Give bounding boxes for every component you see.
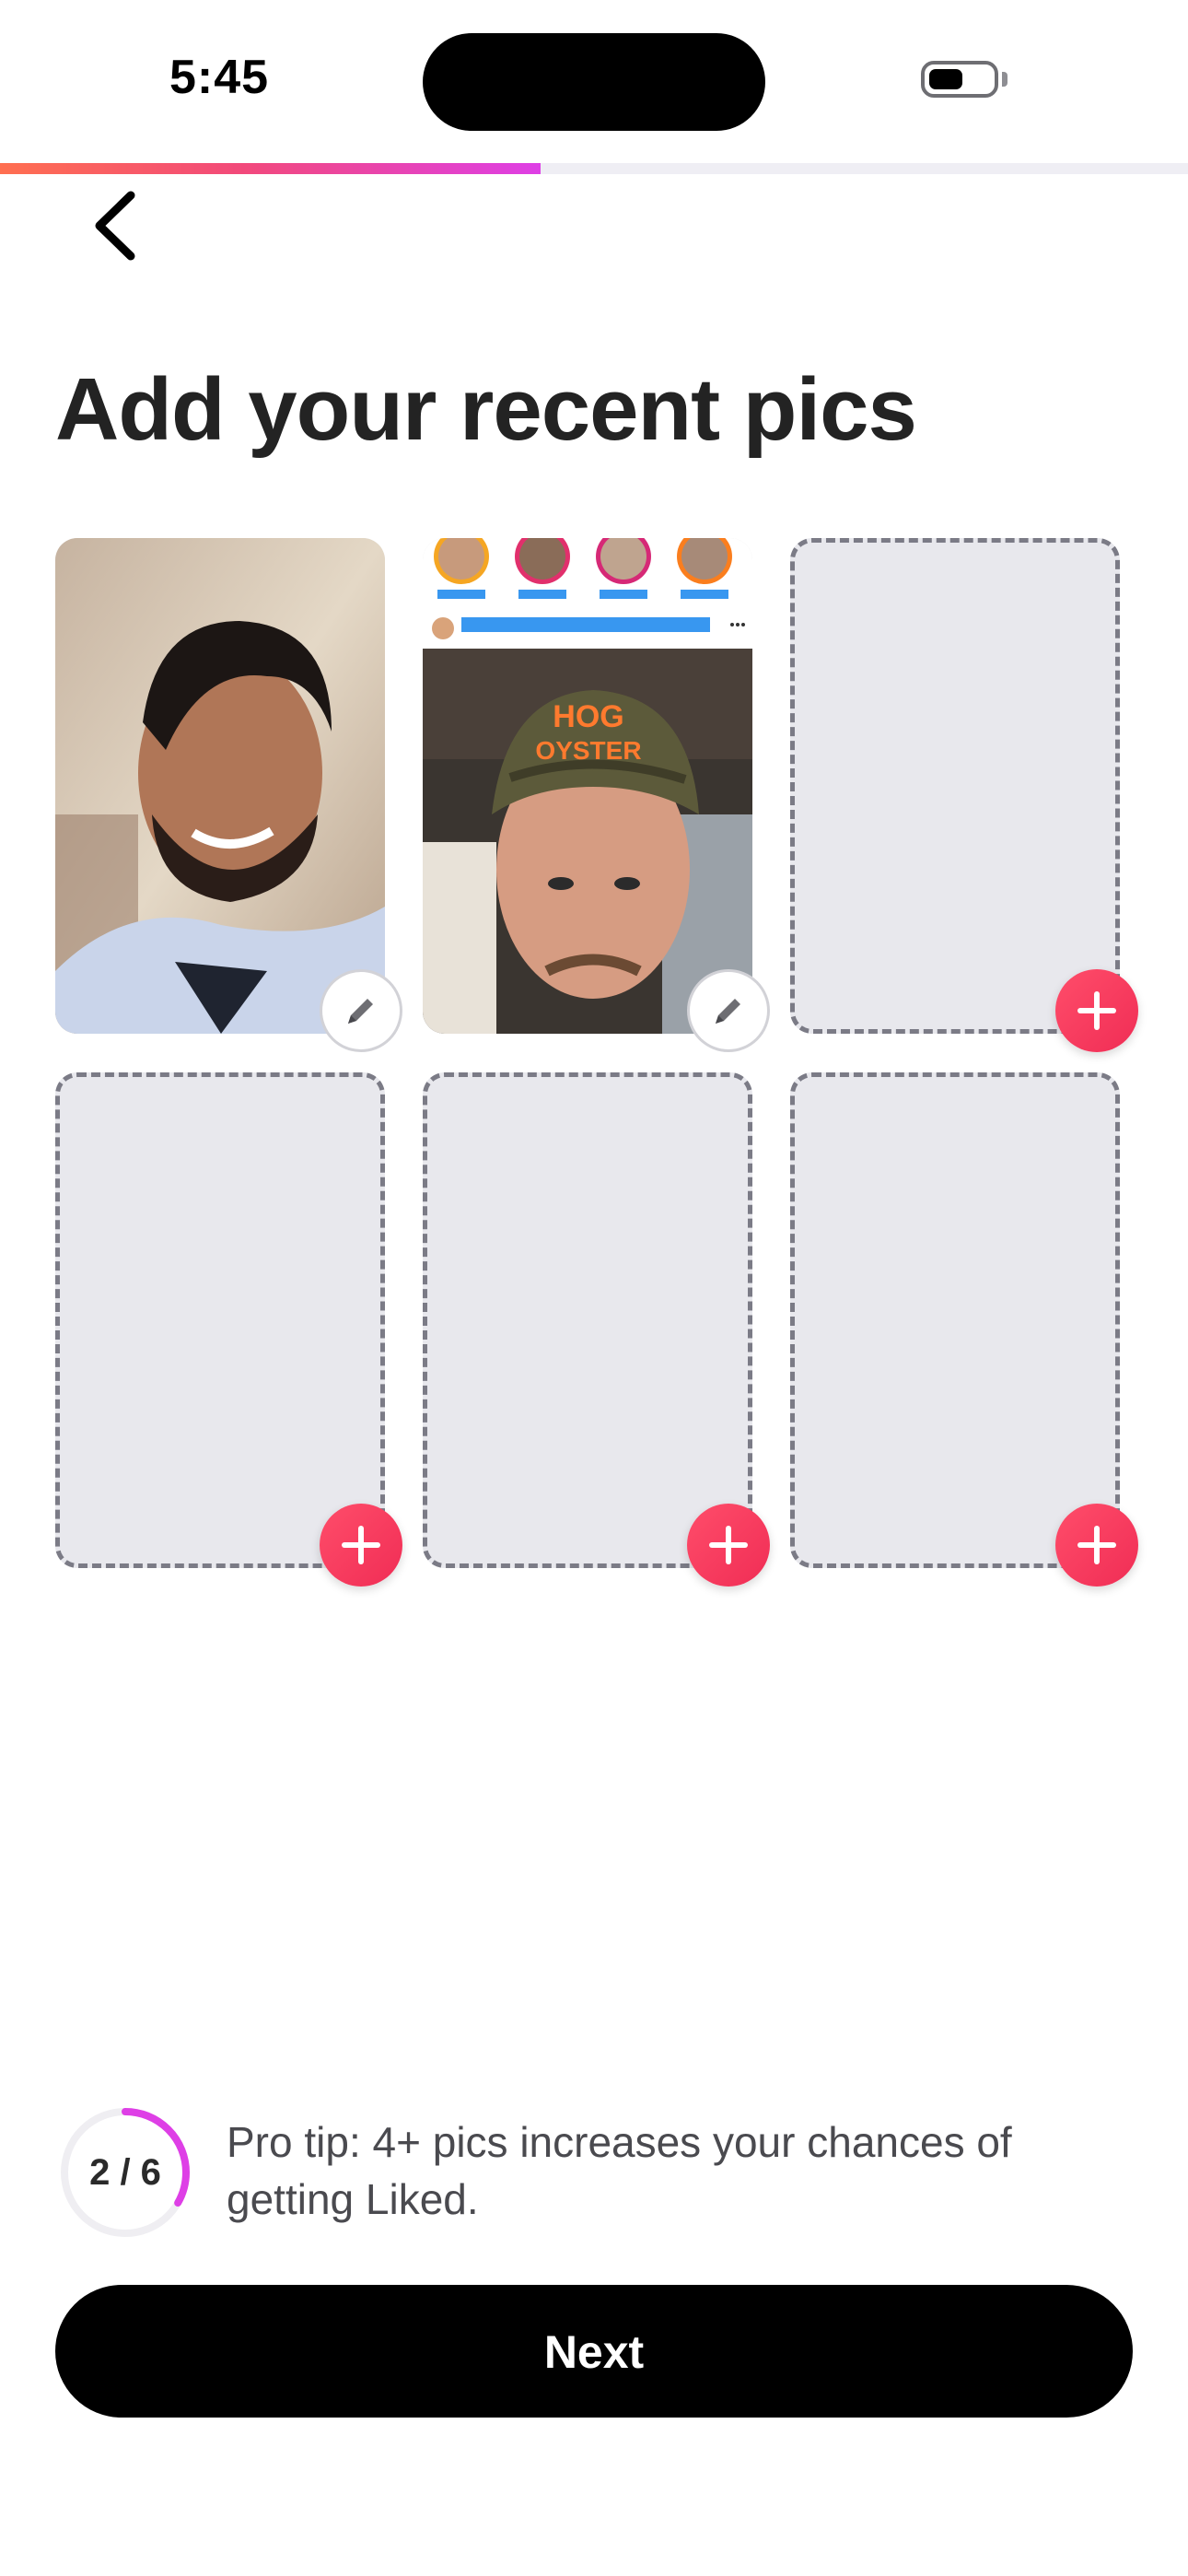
photo-slot-5[interactable] (423, 1072, 752, 1568)
chevron-left-icon (95, 191, 135, 261)
photo-slot-3[interactable] (790, 538, 1120, 1034)
battery-icon (921, 61, 998, 98)
battery-cap (1002, 72, 1007, 87)
onboarding-progress-bar (0, 163, 1188, 174)
pencil-icon (716, 999, 740, 1024)
edit-photo-2-button[interactable] (687, 969, 770, 1052)
photo-slot-6[interactable] (790, 1072, 1120, 1568)
photo-slot-4[interactable] (55, 1072, 385, 1568)
svg-text:OYSTER: OYSTER (535, 736, 641, 765)
svg-text:HOG: HOG (553, 699, 623, 734)
photo-count-label: 2 / 6 (89, 2152, 161, 2193)
status-time: 5:45 (169, 51, 270, 104)
profile-photo-1 (55, 538, 385, 1034)
next-button[interactable]: Next (55, 2285, 1133, 2418)
pro-tip-text: Pro tip: 4+ pics increases your chances … (227, 2118, 1012, 2223)
back-button[interactable] (85, 184, 151, 267)
add-photo-5-button[interactable] (687, 1504, 770, 1587)
profile-photo-2: HOG OYSTER (423, 538, 752, 1034)
add-photo-6-button[interactable] (1055, 1504, 1138, 1587)
dynamic-island (423, 33, 765, 131)
pencil-icon (348, 999, 373, 1024)
add-photo-3-button[interactable] (1055, 969, 1138, 1052)
add-photo-4-button[interactable] (320, 1504, 402, 1587)
edit-photo-1-button[interactable] (320, 969, 402, 1052)
page-title: Add your recent pics (55, 360, 917, 459)
photo-slot-2[interactable]: HOG OYSTER (423, 538, 752, 1034)
onboarding-progress-fill (0, 163, 541, 174)
photo-slot-1[interactable] (55, 538, 385, 1034)
